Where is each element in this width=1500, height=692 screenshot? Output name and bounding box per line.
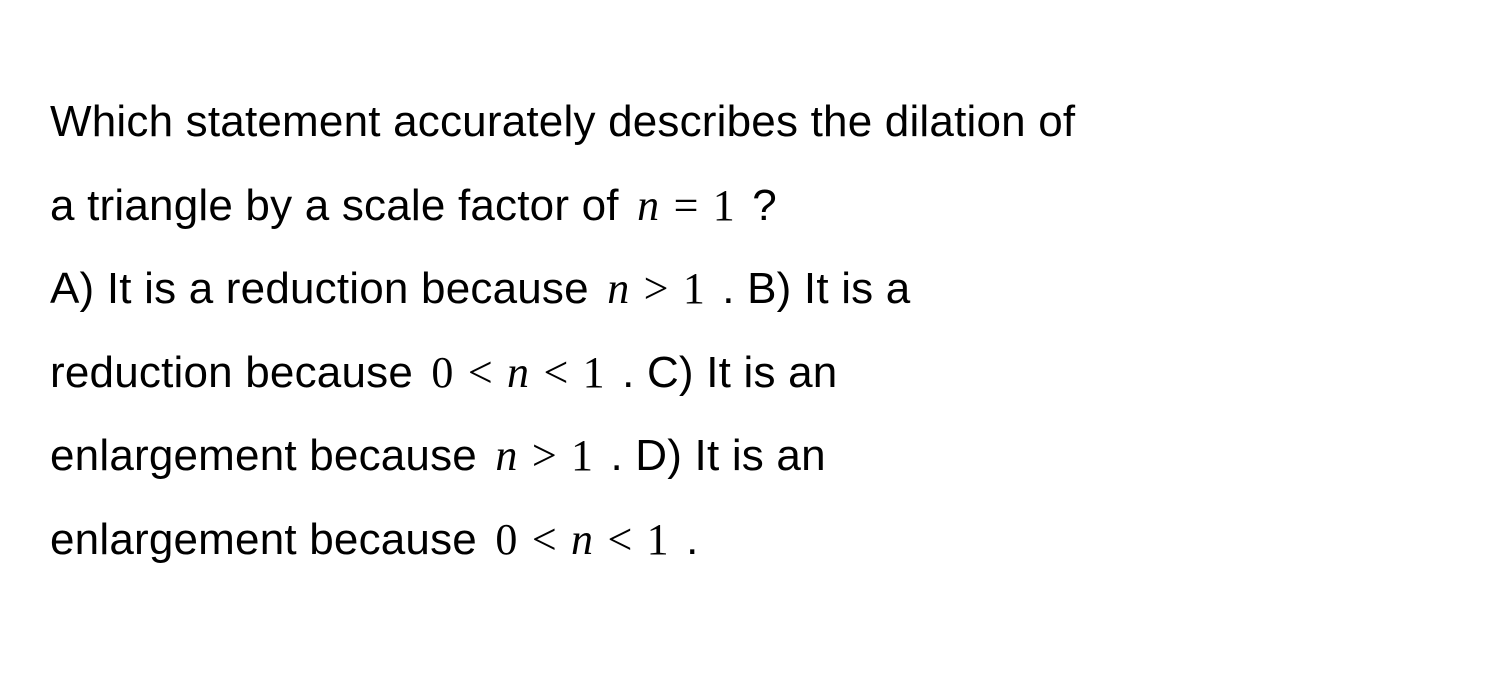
math-op: = bbox=[671, 181, 702, 230]
math-var: n bbox=[507, 348, 529, 397]
math-op: < bbox=[529, 515, 560, 564]
math-op: < bbox=[540, 348, 571, 397]
option-a-prefix: A) It is a reduction because bbox=[50, 264, 601, 313]
math-num: 1 bbox=[647, 515, 669, 564]
math-num: 1 bbox=[583, 348, 605, 397]
option-c-cont: enlargement because bbox=[50, 431, 489, 480]
math-num: 0 bbox=[431, 348, 453, 397]
final-period: . bbox=[686, 515, 698, 564]
math-var: n bbox=[571, 515, 593, 564]
math-var: n bbox=[495, 431, 517, 480]
option-c-prefix: C) It is an bbox=[647, 348, 837, 397]
math-num: 1 bbox=[683, 264, 705, 313]
expr-0-lt-n-lt-1-d: 0 < n < 1 bbox=[489, 515, 686, 564]
problem-statement: Which statement accurately describes the… bbox=[50, 80, 1450, 582]
math-num: 0 bbox=[495, 515, 517, 564]
math-num: 1 bbox=[571, 431, 593, 480]
expr-n-gt-1-a: n > 1 bbox=[601, 264, 722, 313]
question-line1: Which statement accurately describes the… bbox=[50, 97, 1075, 146]
period-sep: . bbox=[610, 431, 635, 480]
expr-n-gt-1-c: n > 1 bbox=[489, 431, 610, 480]
math-var: n bbox=[607, 264, 629, 313]
option-b-prefix: B) It is a bbox=[747, 264, 910, 313]
math-op: > bbox=[529, 431, 560, 480]
question-line2: a triangle by a scale factor of bbox=[50, 181, 631, 230]
math-num: 1 bbox=[713, 181, 735, 230]
period-sep: . bbox=[722, 264, 747, 313]
period-sep: . bbox=[622, 348, 647, 397]
question-mark: ? bbox=[752, 181, 777, 230]
option-b-cont: reduction because bbox=[50, 348, 425, 397]
math-op: < bbox=[604, 515, 635, 564]
expr-n-eq-1: n = 1 bbox=[631, 181, 752, 230]
math-op: > bbox=[641, 264, 672, 313]
option-d-prefix: D) It is an bbox=[635, 431, 825, 480]
option-d-cont: enlargement because bbox=[50, 515, 489, 564]
math-var: n bbox=[637, 181, 659, 230]
math-op: < bbox=[465, 348, 496, 397]
expr-0-lt-n-lt-1-b: 0 < n < 1 bbox=[425, 348, 622, 397]
